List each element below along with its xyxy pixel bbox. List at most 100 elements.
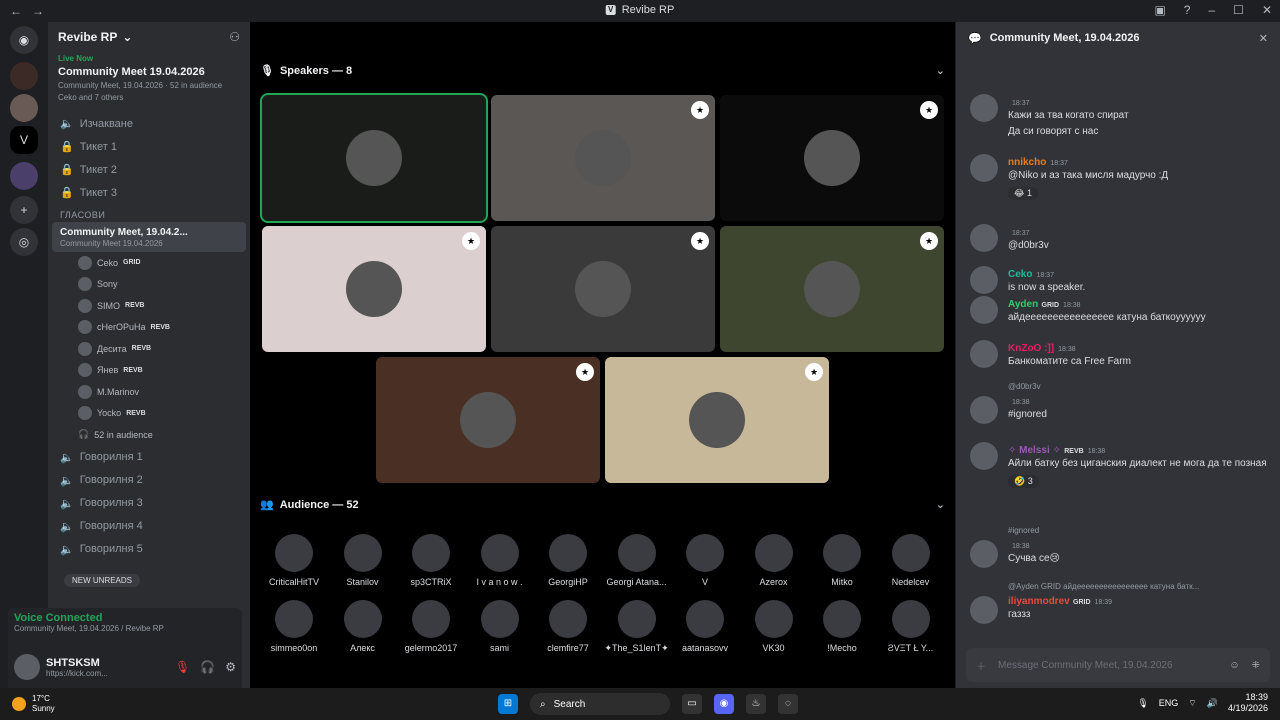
avatar[interactable] — [970, 396, 998, 424]
avatar[interactable] — [970, 224, 998, 252]
speaker-tile[interactable]: ★ — [720, 226, 944, 352]
voice-channel-item[interactable]: 🔈 Говорилня 3 — [48, 492, 250, 515]
speakers-header[interactable]: 🎙 Speakers — 8 ⌄ — [260, 64, 945, 78]
audience-member[interactable]: Алекс — [331, 600, 395, 653]
voice-channel-item[interactable]: 🔈 Говорилня 4 — [48, 515, 250, 538]
weather-widget[interactable]: 17°C Sunny — [12, 694, 55, 714]
avatar[interactable] — [970, 596, 998, 624]
live-card[interactable]: Live Now Community Meet 19.04.2026 Commu… — [54, 52, 244, 104]
author-name[interactable]: KnZoO :]] — [1008, 343, 1054, 354]
chat-message[interactable]: Ayden GRID 18:38 айдееееееееееееееее катун… — [970, 296, 1270, 326]
apps-icon[interactable]: ⁜ — [1252, 660, 1260, 671]
audience-member[interactable]: simmeo0on — [262, 600, 326, 653]
discord-taskbar-icon[interactable]: ◉ — [714, 694, 734, 714]
start-icon[interactable]: ⊞ — [498, 694, 518, 714]
help-icon[interactable]: ? — [1184, 3, 1191, 17]
message-input[interactable]: Message Community Meet, 19.04.2026 — [998, 660, 1173, 671]
chat-message[interactable]: Ceko 18:37 is now a speaker. — [970, 266, 1270, 296]
speaker-tile[interactable]: ★ — [376, 357, 600, 483]
audience-member[interactable]: gelermo2017 — [399, 600, 463, 653]
mic-icon[interactable]: 🎙 — [1137, 698, 1148, 709]
audience-member[interactable]: !Mecho — [810, 600, 874, 653]
maximize-button[interactable]: ☐ — [1233, 3, 1244, 17]
author-name[interactable]: nnikcho — [1008, 157, 1046, 168]
stage-member[interactable]: SIMO REVB — [48, 295, 250, 317]
avatar[interactable] — [970, 154, 998, 182]
server-folder-icon[interactable] — [10, 162, 38, 190]
nav-arrows[interactable]: ←→ — [10, 4, 54, 18]
voice-channel-item[interactable]: 🔈 Говорилня 2 — [48, 469, 250, 492]
author-name[interactable]: iliyanmodrev — [1008, 596, 1070, 607]
avatar[interactable] — [970, 94, 998, 122]
stage-member[interactable]: Десита REVB — [48, 338, 250, 360]
chat-message[interactable]: ✧ Melssi ✧ REVB 18:38 Айли батку без циган… — [970, 442, 1270, 488]
chevron-down-icon[interactable]: ⌄ — [936, 64, 945, 77]
wifi-icon[interactable]: ⌔ — [1188, 698, 1196, 709]
reaction[interactable]: 🤣 3 — [1008, 475, 1039, 488]
channel-item[interactable]: 🔒 Тикет 1 — [48, 135, 250, 158]
chat-message[interactable]: KnZoO :]] 18:38 Банкоматите са Free Farm — [970, 340, 1270, 370]
chat-message[interactable]: @d0br3v 18:38 #ignored — [970, 382, 1270, 424]
mute-icon[interactable]: 🎙 — [175, 660, 190, 674]
app-icon[interactable]: ◌ — [778, 694, 798, 714]
voice-category[interactable]: ГЛАСОВИ — [48, 204, 250, 222]
chat-message[interactable]: #ignored 18:38 Сучва се😢 — [970, 526, 1270, 568]
server-header[interactable]: Revibe RP ⌄ ⚇ — [48, 22, 250, 52]
stage-member[interactable]: Янев REVB — [48, 360, 250, 382]
reply-preview[interactable]: @Ayden GRID айдееееееееееееееее катуна б… — [1008, 582, 1270, 591]
channel-item[interactable]: 🔈 Изчакване — [48, 112, 250, 135]
speaker-tile[interactable]: ★ — [491, 95, 715, 221]
chat-message[interactable]: 18:37 @d0br3v — [970, 224, 1270, 254]
stage-member[interactable]: cHerOPuHa REVB — [48, 317, 250, 339]
avatar[interactable] — [970, 540, 998, 568]
chat-message[interactable]: @Ayden GRID айдееееееееееееееее катуна б… — [970, 582, 1270, 624]
volume-icon[interactable]: 🔊 — [1207, 698, 1218, 709]
audience-member[interactable]: VK30 — [742, 600, 806, 653]
audience-member[interactable]: GeorgiHP — [536, 534, 600, 587]
avatar[interactable] — [970, 296, 998, 324]
close-button[interactable]: ✕ — [1262, 3, 1272, 17]
chat-message[interactable]: nnikcho 18:37 @Niko и аз така мисля мадурч… — [970, 154, 1270, 200]
voice-channel-item[interactable]: 🔈 Говорилня 5 — [48, 538, 250, 561]
chevron-down-icon[interactable]: ⌄ — [936, 498, 945, 511]
speaker-tile[interactable]: ★ — [605, 357, 829, 483]
audience-member[interactable]: ƧVΞT Ł Y... — [879, 600, 943, 653]
stage-member[interactable]: Ceko GRID — [48, 252, 250, 274]
speaker-tile[interactable]: ★ — [720, 95, 944, 221]
audience-member[interactable]: CriticalHitTV — [262, 534, 326, 587]
avatar[interactable] — [970, 442, 998, 470]
add-attachment-icon[interactable]: ＋ — [976, 658, 986, 673]
audience-member[interactable]: Georgi Atana... — [605, 534, 669, 587]
reply-preview[interactable]: @d0br3v — [1008, 382, 1270, 391]
active-stage-channel[interactable]: Community Meet, 19.04.2... Community Mee… — [52, 222, 246, 252]
voice-channel-item[interactable]: 🔈 Говорилня 1 — [48, 446, 250, 469]
reply-preview[interactable]: #ignored — [1008, 526, 1270, 535]
steam-icon[interactable]: ♨ — [746, 694, 766, 714]
audience-member[interactable]: ✦The_S1lenT✦ — [605, 600, 669, 654]
gear-icon[interactable]: ⚙ — [225, 660, 236, 674]
audience-member[interactable]: sami — [468, 600, 532, 653]
audience-member[interactable]: clemfire77 — [536, 600, 600, 653]
audience-count[interactable]: 🎧 52 in audience — [48, 424, 250, 446]
audience-member[interactable]: Mitko — [810, 534, 874, 587]
reaction[interactable]: 😂 1 — [1008, 187, 1039, 200]
author-name[interactable]: Ayden — [1008, 299, 1038, 310]
headphones-icon[interactable]: 🎧 — [200, 660, 215, 674]
add-member-icon[interactable]: ⚇ — [229, 30, 240, 44]
audience-header[interactable]: 👥 Audience — 52 ⌄ — [260, 498, 945, 512]
server-icon[interactable] — [10, 62, 38, 90]
voice-status[interactable]: Voice Connected — [14, 612, 236, 624]
audience-member[interactable]: sp3CTRiX — [399, 534, 463, 587]
author-name[interactable]: Ceko — [1008, 269, 1032, 280]
close-icon[interactable]: ✕ — [1259, 32, 1268, 45]
stage-member[interactable]: Sony — [48, 274, 250, 296]
stage-member[interactable]: M.Marinov — [48, 381, 250, 403]
author-name[interactable]: ✧ Melssi ✧ — [1008, 445, 1061, 456]
audience-member[interactable]: Stanilov — [331, 534, 395, 587]
minimize-button[interactable]: – — [1208, 3, 1215, 17]
chat-message[interactable]: 18:37 Кажи за тва когато спират Да си гово… — [970, 94, 1270, 140]
avatar[interactable] — [970, 266, 998, 294]
audience-member[interactable]: Azerox — [742, 534, 806, 587]
revibe-server-icon[interactable]: V — [10, 126, 38, 154]
stage-member[interactable]: Yocko REVB — [48, 403, 250, 425]
